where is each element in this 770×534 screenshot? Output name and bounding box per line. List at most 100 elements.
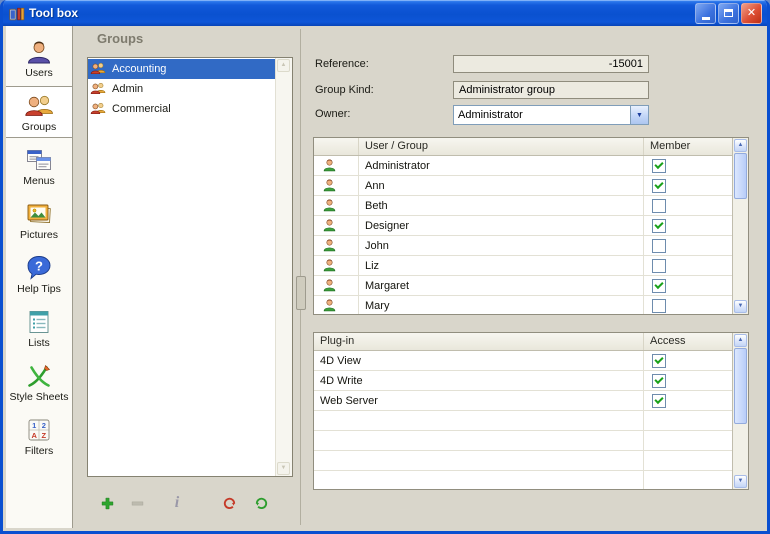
sidebar-item-label: Lists (28, 337, 50, 349)
scroll-down-icon[interactable]: ▼ (277, 462, 290, 475)
groups-list-scrollbar[interactable]: ▲ ▼ (275, 58, 292, 476)
access-checkbox[interactable] (652, 374, 666, 388)
members-table-main: User / Group Member Administrator (314, 138, 732, 314)
member-checkbox[interactable] (652, 259, 666, 273)
scroll-up-icon[interactable]: ▲ (734, 139, 747, 152)
owner-value: Administrator (454, 106, 630, 124)
members-table: User / Group Member Administrator (313, 137, 749, 315)
user-icon (314, 276, 359, 295)
member-checkbox[interactable] (652, 239, 666, 253)
table-row[interactable]: Designer (314, 216, 732, 236)
empty-table-row[interactable] (314, 431, 732, 451)
user-icon (314, 216, 359, 235)
scroll-up-icon[interactable]: ▲ (277, 59, 290, 72)
member-checkbox[interactable] (652, 159, 666, 173)
minimize-button[interactable] (695, 3, 716, 24)
member-checkbox[interactable] (652, 179, 666, 193)
remove-group-button[interactable] (126, 492, 148, 514)
group-icon (90, 81, 108, 97)
access-checkbox[interactable] (652, 394, 666, 408)
group-item-accounting[interactable]: Accounting (88, 59, 275, 79)
member-checkbox[interactable] (652, 199, 666, 213)
member-name: Beth (359, 196, 644, 215)
lists-icon (25, 308, 53, 336)
sidebar-item-lists[interactable]: Lists (6, 302, 72, 354)
maximize-button[interactable] (718, 3, 739, 24)
table-row[interactable]: 4D Write (314, 371, 732, 391)
table-row[interactable]: Margaret (314, 276, 732, 296)
sidebar-item-label: Users (25, 67, 52, 79)
table-row[interactable]: Web Server (314, 391, 732, 411)
groups-list-items[interactable]: Accounting Admin Commercial (88, 58, 275, 476)
users-icon (25, 38, 53, 66)
sidebar-item-groups[interactable]: Groups (6, 86, 72, 138)
groups-list: Accounting Admin Commercial ▲ ▼ (87, 57, 293, 477)
close-icon: ✕ (747, 8, 756, 19)
user-icon (314, 156, 359, 175)
table-row[interactable]: 4D View (314, 351, 732, 371)
group-item-commercial[interactable]: Commercial (88, 99, 275, 119)
sidebar-item-label: Groups (22, 121, 56, 133)
scroll-down-icon[interactable]: ▼ (734, 300, 747, 313)
table-row[interactable]: Liz (314, 256, 732, 276)
group-item-label: Accounting (112, 63, 166, 75)
table-row[interactable]: Beth (314, 196, 732, 216)
sidebar-item-pictures[interactable]: Pictures (6, 194, 72, 246)
table-row[interactable]: John (314, 236, 732, 256)
owner-dropdown[interactable]: Administrator ▼ (453, 105, 649, 125)
user-icon (314, 256, 359, 275)
member-checkbox[interactable] (652, 219, 666, 233)
main-area: Groups Accounting Admin Commercial (73, 26, 764, 528)
groups-icon (25, 92, 53, 120)
reload-groups-button[interactable] (250, 492, 272, 514)
scrollbar-thumb[interactable] (734, 153, 747, 199)
info-button[interactable]: i (166, 492, 188, 514)
titlebar[interactable]: Tool box ✕ (3, 0, 767, 26)
close-button[interactable]: ✕ (741, 3, 762, 24)
group-item-admin[interactable]: Admin (88, 79, 275, 99)
sidebar-item-label: Pictures (20, 229, 58, 241)
group-icon (90, 101, 108, 117)
table-row[interactable]: Mary (314, 296, 732, 314)
sidebar-item-style-sheets[interactable]: Style Sheets (6, 356, 72, 408)
maximize-icon (724, 9, 733, 17)
group-kind-field[interactable]: Administrator group (453, 81, 649, 99)
icon-column-header (314, 138, 359, 155)
sidebar-item-menus[interactable]: Menus (6, 140, 72, 192)
groups-toolbar: i (87, 490, 293, 516)
reload-users-button[interactable] (218, 492, 240, 514)
sidebar-item-label: Menus (23, 175, 55, 187)
user-icon (314, 296, 359, 314)
empty-table-row[interactable] (314, 411, 732, 431)
red-curved-arrow-icon (222, 496, 237, 511)
member-name: Mary (359, 296, 644, 314)
member-column-header: Member (644, 138, 732, 155)
table-row[interactable]: Administrator (314, 156, 732, 176)
scroll-up-icon[interactable]: ▲ (734, 334, 747, 347)
reference-field[interactable]: -15001 (453, 55, 649, 73)
minimize-icon (702, 17, 710, 20)
empty-table-row[interactable] (314, 471, 732, 489)
member-name: Liz (359, 256, 644, 275)
member-checkbox[interactable] (652, 279, 666, 293)
table-row[interactable]: Ann (314, 176, 732, 196)
green-curved-arrow-icon (254, 496, 269, 511)
group-kind-value: Administrator group (459, 84, 555, 96)
members-scrollbar[interactable]: ▲ ▼ (732, 138, 748, 314)
plugins-scrollbar[interactable]: ▲ ▼ (732, 333, 748, 489)
splitter-handle[interactable] (296, 276, 306, 310)
sidebar-item-users[interactable]: Users (6, 32, 72, 84)
owner-row: Owner: Administrator ▼ (313, 105, 749, 125)
pictures-icon (25, 200, 53, 228)
access-checkbox[interactable] (652, 354, 666, 368)
sidebar-item-help-tips[interactable]: Help Tips (6, 248, 72, 300)
member-name: Administrator (359, 156, 644, 175)
member-checkbox[interactable] (652, 299, 666, 313)
empty-table-row[interactable] (314, 451, 732, 471)
add-group-button[interactable] (96, 492, 118, 514)
scroll-down-icon[interactable]: ▼ (734, 475, 747, 488)
scrollbar-thumb[interactable] (734, 348, 747, 424)
member-name: Margaret (359, 276, 644, 295)
chevron-down-icon[interactable]: ▼ (630, 106, 648, 124)
sidebar-item-filters[interactable]: Filters (6, 410, 72, 462)
